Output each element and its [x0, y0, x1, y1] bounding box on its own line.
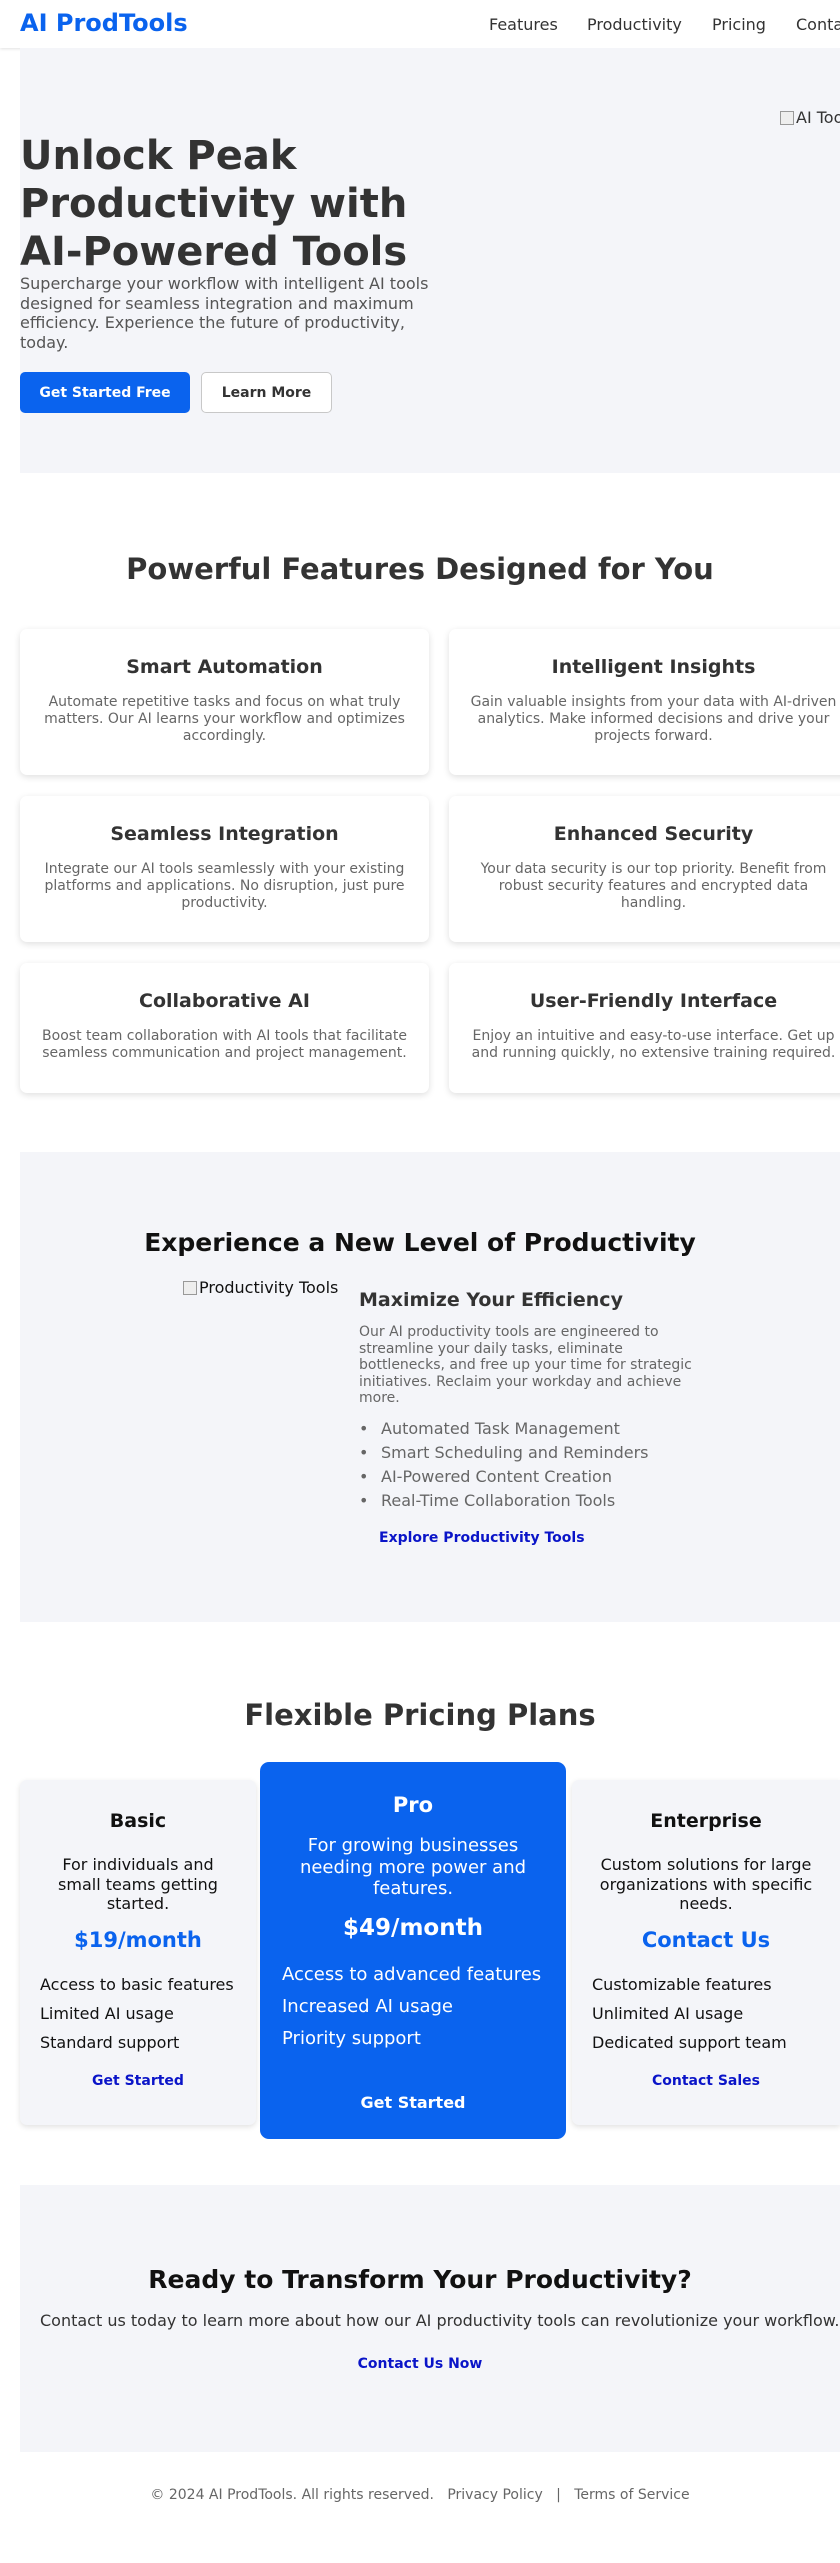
productivity-section: Experience a New Level of Productivity P… [20, 1152, 840, 1622]
feature-card-text: Integrate our AI tools seamlessly with y… [44, 861, 405, 911]
feature-card-intelligent-insights: Intelligent Insights Gain valuable insig… [449, 629, 840, 775]
footer-separator: | [556, 2487, 561, 2503]
basic-get-started-link[interactable]: Get Started [20, 2073, 256, 2089]
nav-link-contact[interactable]: Contact [796, 15, 840, 34]
feature-card-smart-automation: Smart Automation Automate repetitive tas… [20, 629, 429, 775]
broken-image-icon [780, 110, 794, 125]
feature-card-title: Intelligent Insights [551, 656, 756, 678]
productivity-image: Productivity Tools [183, 1278, 338, 1297]
plan-feature: Limited AI usage [40, 2004, 174, 2023]
hero-image: AI Tools [780, 108, 840, 127]
feature-card-text: Automate repetitive tasks and focus on w… [44, 694, 405, 744]
get-started-free-button[interactable]: Get Started Free [20, 372, 190, 413]
list-item: Real-Time Collaboration Tools [359, 1489, 649, 1513]
contact-title: Ready to Transform Your Productivity? [148, 2265, 692, 2294]
plan-feature: Standard support [40, 2033, 180, 2052]
contact-section: Ready to Transform Your Productivity? Co… [20, 2185, 840, 2452]
broken-image-icon [183, 1280, 197, 1295]
pricing-card-pro: Pro For growing businesses needing more … [260, 1762, 566, 2139]
plan-feature: Access to basic features [40, 1975, 234, 1994]
productivity-image-alt: Productivity Tools [199, 1278, 339, 1297]
plan-description: Custom solutions for large organizations… [599, 1855, 813, 1914]
contact-sales-link[interactable]: Contact Sales [572, 2073, 840, 2089]
pro-get-started-link[interactable]: Get Started [260, 2093, 566, 2112]
plan-name: Pro [392, 1793, 434, 1817]
list-item: AI-Powered Content Creation [359, 1465, 649, 1489]
plan-features: Customizable features Unlimited AI usage… [592, 1970, 787, 2057]
productivity-subtitle: Maximize Your Efficiency [359, 1289, 623, 1311]
hero-image-alt: AI Tools [796, 108, 840, 127]
site-footer: © 2024 AI ProdTools. All rights reserved… [0, 2487, 840, 2503]
feature-card-title: Seamless Integration [110, 823, 339, 845]
plan-features: Access to advanced features Increased AI… [282, 1959, 541, 2055]
feature-card-title: User-Friendly Interface [529, 990, 778, 1012]
plan-price: Contact Us [641, 1928, 771, 1952]
site-header: AI ProdTools Features Productivity Prici… [0, 0, 840, 48]
pricing-card-basic: Basic For individuals and small teams ge… [20, 1780, 256, 2125]
explore-productivity-tools-link[interactable]: Explore Productivity Tools [379, 1530, 585, 1546]
nav-link-pricing[interactable]: Pricing [712, 15, 766, 34]
nav-link-productivity[interactable]: Productivity [587, 15, 682, 34]
feature-card-seamless-integration: Seamless Integration Integrate our AI to… [20, 796, 429, 942]
pricing-title: Flexible Pricing Plans [244, 1698, 596, 1732]
hero-title: Unlock Peak Productivity with AI-Powered… [20, 133, 408, 275]
hero-description: Supercharge your workflow with intellige… [20, 274, 429, 352]
plan-description: For individuals and small teams getting … [58, 1855, 218, 1914]
plan-price: $49/month [343, 1915, 483, 1941]
plan-feature: Access to advanced features [282, 1964, 542, 1985]
plan-description: For growing businesses needing more powe… [299, 1835, 527, 1900]
productivity-description: Our AI productivity tools are engineered… [359, 1324, 692, 1407]
feature-card-text: Enjoy an intuitive and easy-to-use inter… [471, 1028, 836, 1061]
plan-features: Access to basic features Limited AI usag… [40, 1970, 234, 2057]
contact-description: Contact us today to learn more about how… [40, 2311, 840, 2330]
privacy-policy-link[interactable]: Privacy Policy [447, 2487, 542, 2503]
feature-card-text: Your data security is our top priority. … [480, 861, 827, 911]
logo[interactable]: AI ProdTools [20, 9, 188, 37]
nav-link-features[interactable]: Features [489, 15, 558, 34]
contact-us-now-link[interactable]: Contact Us Now [0, 2356, 840, 2372]
plan-feature: Dedicated support team [592, 2033, 787, 2052]
plan-name: Basic [109, 1810, 167, 1832]
feature-card-collaborative-ai: Collaborative AI Boost team collaboratio… [20, 963, 429, 1093]
plan-feature: Priority support [282, 2028, 421, 2049]
productivity-title: Experience a New Level of Productivity [144, 1228, 696, 1257]
pricing-card-enterprise: Enterprise Custom solutions for large or… [572, 1780, 840, 2125]
feature-card-title: Collaborative AI [139, 990, 310, 1012]
feature-card-user-friendly-interface: User-Friendly Interface Enjoy an intuiti… [449, 963, 840, 1093]
feature-card-text: Gain valuable insights from your data wi… [470, 694, 837, 744]
list-item: Automated Task Management [359, 1417, 649, 1441]
footer-copyright: © 2024 AI ProdTools. All rights reserved… [150, 2487, 434, 2503]
plan-feature: Increased AI usage [282, 1996, 453, 2017]
plan-feature: Customizable features [592, 1975, 772, 1994]
plan-feature: Unlimited AI usage [592, 2004, 744, 2023]
list-item: Smart Scheduling and Reminders [359, 1441, 649, 1465]
feature-card-title: Smart Automation [126, 656, 323, 678]
feature-card-title: Enhanced Security [553, 823, 754, 845]
productivity-list: Automated Task Management Smart Scheduli… [359, 1417, 649, 1513]
feature-card-text: Boost team collaboration with AI tools t… [42, 1028, 407, 1061]
hero-section: Unlock Peak Productivity with AI-Powered… [20, 48, 840, 473]
plan-price: $19/month [74, 1928, 202, 1952]
features-title: Powerful Features Designed for You [126, 552, 714, 586]
plan-name: Enterprise [650, 1810, 762, 1832]
learn-more-button[interactable]: Learn More [201, 372, 332, 413]
feature-card-enhanced-security: Enhanced Security Your data security is … [449, 796, 840, 942]
terms-of-service-link[interactable]: Terms of Service [574, 2487, 689, 2503]
